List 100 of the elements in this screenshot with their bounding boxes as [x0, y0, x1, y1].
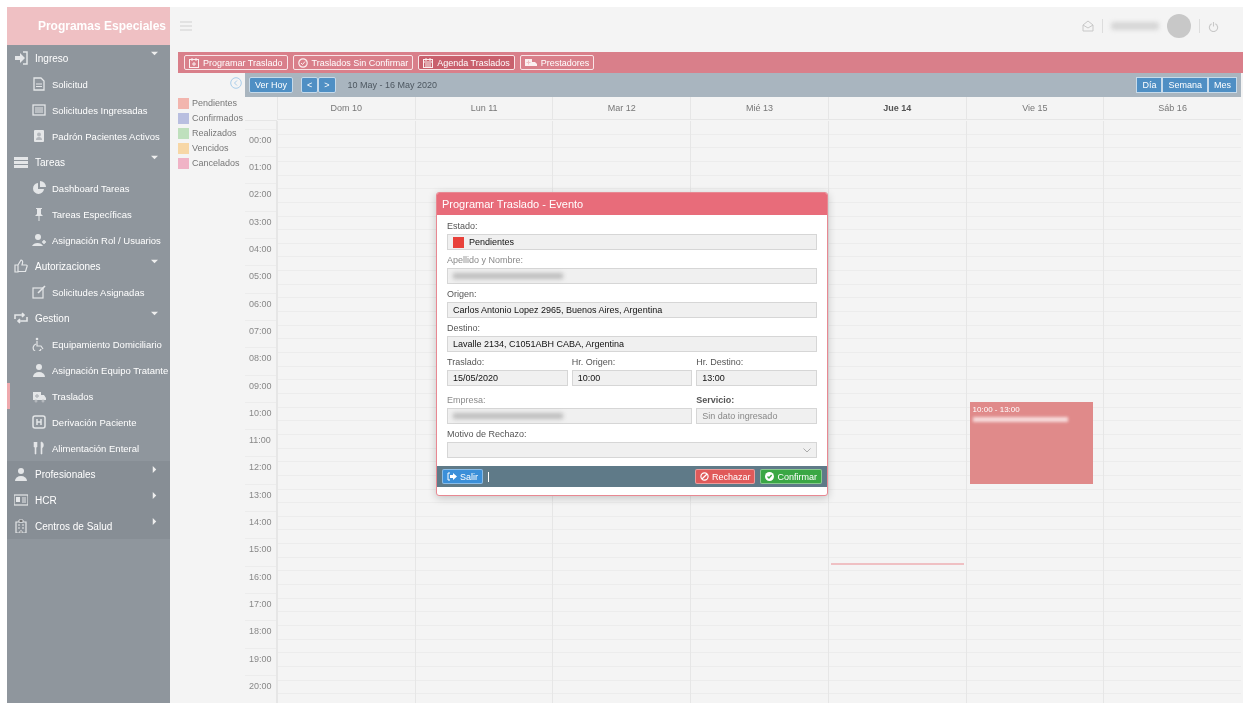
sidebar-group[interactable]: Ingreso: [7, 45, 170, 71]
input-field[interactable]: Lavalle 2134, C1051ABH CABA, Argentina: [447, 336, 817, 352]
hour-label: 05:00: [249, 271, 272, 282]
hospital-sign-icon: [32, 415, 46, 429]
sidebar-item[interactable]: Solicitudes Asignadas: [7, 279, 170, 305]
hour-label: 01:00: [249, 162, 272, 173]
input-field[interactable]: 13:00: [696, 370, 817, 386]
sidebar-group[interactable]: Gestion: [7, 305, 170, 331]
input-field[interactable]: 15/05/2020: [447, 370, 568, 386]
status-field[interactable]: Pendientes: [447, 234, 817, 250]
hour-label: 20:00: [249, 680, 272, 691]
ambulance-icon: [524, 57, 537, 68]
field-label: Hr. Origen:: [571, 357, 617, 367]
building-icon: [14, 519, 28, 533]
prev-button[interactable]: <: [301, 77, 319, 93]
sidebar-item[interactable]: Equipamiento Domiciliario: [7, 331, 170, 357]
day-header: Sáb 16: [1103, 97, 1241, 120]
field-label: Empresa:: [447, 395, 487, 405]
sidebar-item[interactable]: Asignación Equipo Tratante: [7, 357, 170, 383]
caret-icon: [151, 50, 158, 57]
calendar-icon: [423, 57, 434, 68]
day-header: Vie 15: [965, 97, 1104, 120]
hour-label: 16:00: [249, 571, 272, 582]
field-label: Estado:: [447, 221, 479, 231]
caret-icon: [151, 310, 158, 317]
hour-label: 09:00: [249, 380, 272, 391]
date-range: 10 May - 16 May 2020: [347, 80, 438, 90]
cutlery-icon: [32, 441, 46, 455]
ban-icon: [699, 472, 709, 481]
input-field[interactable]: [447, 408, 693, 424]
toolbar-button[interactable]: Programar Traslado: [184, 55, 288, 70]
view-tab[interactable]: Día: [1136, 77, 1163, 93]
collapse-icon[interactable]: [230, 77, 242, 89]
hour-label: 12:00: [249, 462, 272, 473]
day-header: Lun 11: [414, 97, 553, 120]
sidebar-group[interactable]: Tareas: [7, 149, 170, 175]
toolbar-button[interactable]: Agenda Traslados: [418, 55, 515, 70]
next-button[interactable]: >: [318, 77, 336, 93]
select-field[interactable]: [447, 442, 817, 458]
field-label: Servicio:: [696, 395, 736, 405]
hour-label: 11:00: [249, 435, 271, 446]
day-header: Dom 10: [277, 97, 415, 120]
sign-in-icon: [14, 51, 28, 65]
hour-label: 00:00: [249, 134, 272, 145]
hour-label: 17:00: [249, 598, 272, 609]
day-header: Mar 12: [552, 97, 691, 120]
edit-icon: [32, 285, 46, 299]
ambulance-icon: [32, 389, 46, 403]
sidebar-group[interactable]: HCR: [7, 487, 170, 513]
calendar-event[interactable]: 10:00 - 13:00: [969, 401, 1094, 484]
hour-label: 03:00: [249, 216, 272, 227]
sidebar-item[interactable]: Alimentación Enteral: [7, 435, 170, 461]
hour-label: 08:00: [249, 353, 272, 364]
day-header: Jue 14: [827, 97, 966, 120]
pie-chart-icon: [32, 181, 46, 195]
view-tab[interactable]: Mes: [1208, 77, 1237, 93]
reject-button[interactable]: Rechazar: [694, 469, 756, 484]
thumbs-up-icon: [14, 259, 28, 273]
field-label: Traslado:: [447, 357, 486, 367]
exit-icon: [447, 472, 457, 481]
toolbar-button[interactable]: Prestadores: [519, 55, 595, 70]
sidebar-item[interactable]: Solicitud: [7, 71, 170, 97]
sidebar-group[interactable]: Autorizaciones: [7, 253, 170, 279]
wheelchair-icon: [32, 337, 46, 351]
input-field[interactable]: Carlos Antonio Lopez 2965, Buenos Aires, Argentina: [447, 302, 817, 318]
field-label: Hr. Destino:: [696, 357, 745, 367]
field-label: Motivo de Rechazo:: [447, 429, 528, 439]
caret-icon: [151, 258, 158, 265]
hour-label: 13:00: [249, 489, 272, 500]
toolbar-button[interactable]: Traslados Sin Confirmar: [292, 55, 414, 70]
power-icon[interactable]: [1208, 20, 1219, 32]
input-field[interactable]: 10:00: [571, 370, 693, 386]
sidebar-item[interactable]: Padrón Pacientes Activos: [7, 123, 170, 149]
hour-label: 15:00: [249, 544, 272, 555]
tasks-icon: [14, 155, 28, 169]
sidebar-item[interactable]: Derivación Paciente: [7, 409, 170, 435]
input-field[interactable]: Sin dato ingresado: [696, 408, 817, 424]
sidebar-item[interactable]: Asignación Rol / Usuarios: [7, 227, 170, 253]
legend-label: Pendientes: [192, 98, 238, 108]
sidebar-item[interactable]: Dashboard Tareas: [7, 175, 170, 201]
sidebar-group[interactable]: Profesionales: [7, 461, 170, 487]
confirm-button[interactable]: Confirmar: [760, 469, 822, 484]
input-field[interactable]: [447, 268, 817, 284]
sidebar-item[interactable]: Solicitudes Ingresadas: [7, 97, 170, 123]
contact-card-icon: [32, 129, 46, 143]
list-card-icon: [32, 103, 46, 117]
check-circle-icon: [765, 472, 775, 481]
mail-icon[interactable]: [1082, 20, 1094, 32]
blurred-username: [1111, 22, 1159, 30]
swap-arrows-icon: [14, 311, 28, 325]
sidebar-item[interactable]: Tareas Específicas: [7, 201, 170, 227]
day-header: Mié 13: [690, 97, 828, 120]
hour-label: 04:00: [249, 244, 272, 255]
view-tab[interactable]: Semana: [1162, 77, 1208, 93]
sidebar-group[interactable]: Centros de Salud: [7, 513, 170, 539]
user-avatar[interactable]: [1167, 14, 1191, 38]
caret-icon: [151, 466, 158, 473]
today-button[interactable]: Ver Hoy: [249, 77, 293, 93]
exit-button[interactable]: Salir: [442, 469, 483, 484]
legend-label: Vencidos: [192, 143, 229, 153]
